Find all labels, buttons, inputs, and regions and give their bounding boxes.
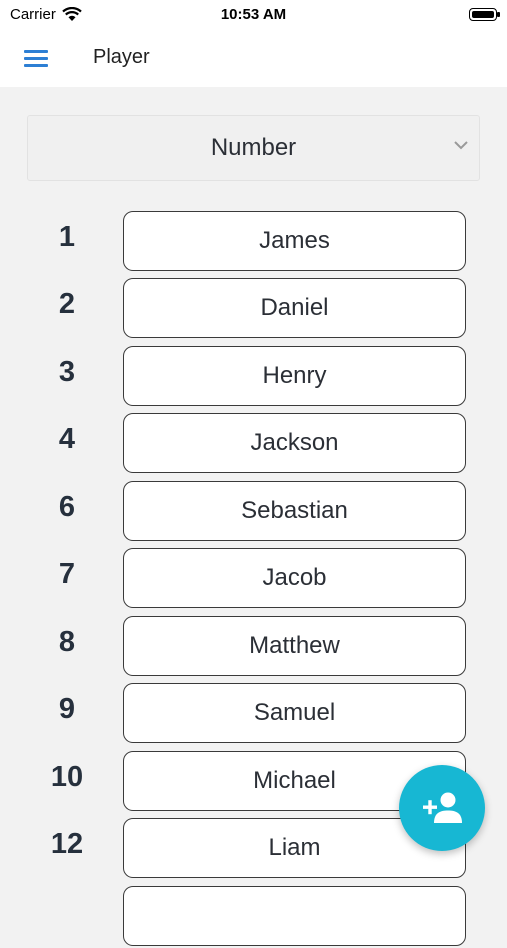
player-row: 4 Jackson	[0, 413, 507, 475]
player-row	[0, 886, 507, 948]
player-number: 10	[50, 761, 84, 793]
player-name-button[interactable]: Daniel	[123, 278, 466, 338]
player-number: 3	[58, 356, 76, 388]
player-name: James	[259, 227, 330, 254]
player-row: 9 Samuel	[0, 683, 507, 745]
sort-select-value: Number	[210, 134, 297, 161]
player-number: 6	[58, 491, 76, 523]
player-name-button[interactable]: Jackson	[123, 413, 466, 473]
player-row: 2 Daniel	[0, 278, 507, 340]
player-name: Henry	[262, 362, 327, 389]
player-number: 7	[58, 558, 76, 590]
menu-button[interactable]	[20, 44, 52, 72]
page-title: Player	[93, 46, 150, 68]
player-number: 12	[50, 828, 84, 860]
player-row: 3 Henry	[0, 346, 507, 408]
player-name: Daniel	[260, 294, 329, 321]
player-name: Jackson	[250, 429, 339, 456]
player-row: 1 James	[0, 211, 507, 273]
player-name-button[interactable]: Sebastian	[123, 481, 466, 541]
player-name: Samuel	[253, 699, 336, 726]
player-name-button[interactable]: Matthew	[123, 616, 466, 676]
battery-icon	[469, 8, 500, 21]
player-name-button[interactable]: Henry	[123, 346, 466, 406]
sort-select[interactable]: Number	[27, 115, 480, 181]
player-name-button[interactable]	[123, 886, 466, 946]
player-row: 7 Jacob	[0, 548, 507, 610]
add-person-icon	[423, 792, 462, 823]
status-time: 10:53 AM	[220, 6, 287, 23]
chevron-down-icon	[454, 141, 468, 150]
player-name-button[interactable]: Samuel	[123, 683, 466, 743]
player-name: Sebastian	[241, 497, 348, 524]
player-number: 1	[58, 221, 76, 253]
player-number: 2	[58, 288, 76, 320]
player-number: 4	[58, 423, 76, 455]
player-row: 6 Sebastian	[0, 481, 507, 543]
player-number: 9	[58, 693, 76, 725]
player-name-button[interactable]: James	[123, 211, 466, 271]
player-row: 8 Matthew	[0, 616, 507, 678]
add-player-button[interactable]	[399, 765, 485, 851]
player-name: Matthew	[249, 632, 340, 659]
status-bar: Carrier 10:53 AM	[0, 0, 507, 30]
app-bar: Player	[0, 30, 507, 87]
player-number: 8	[58, 626, 76, 658]
player-name-button[interactable]: Jacob	[123, 548, 466, 608]
player-name: Jacob	[262, 564, 327, 591]
